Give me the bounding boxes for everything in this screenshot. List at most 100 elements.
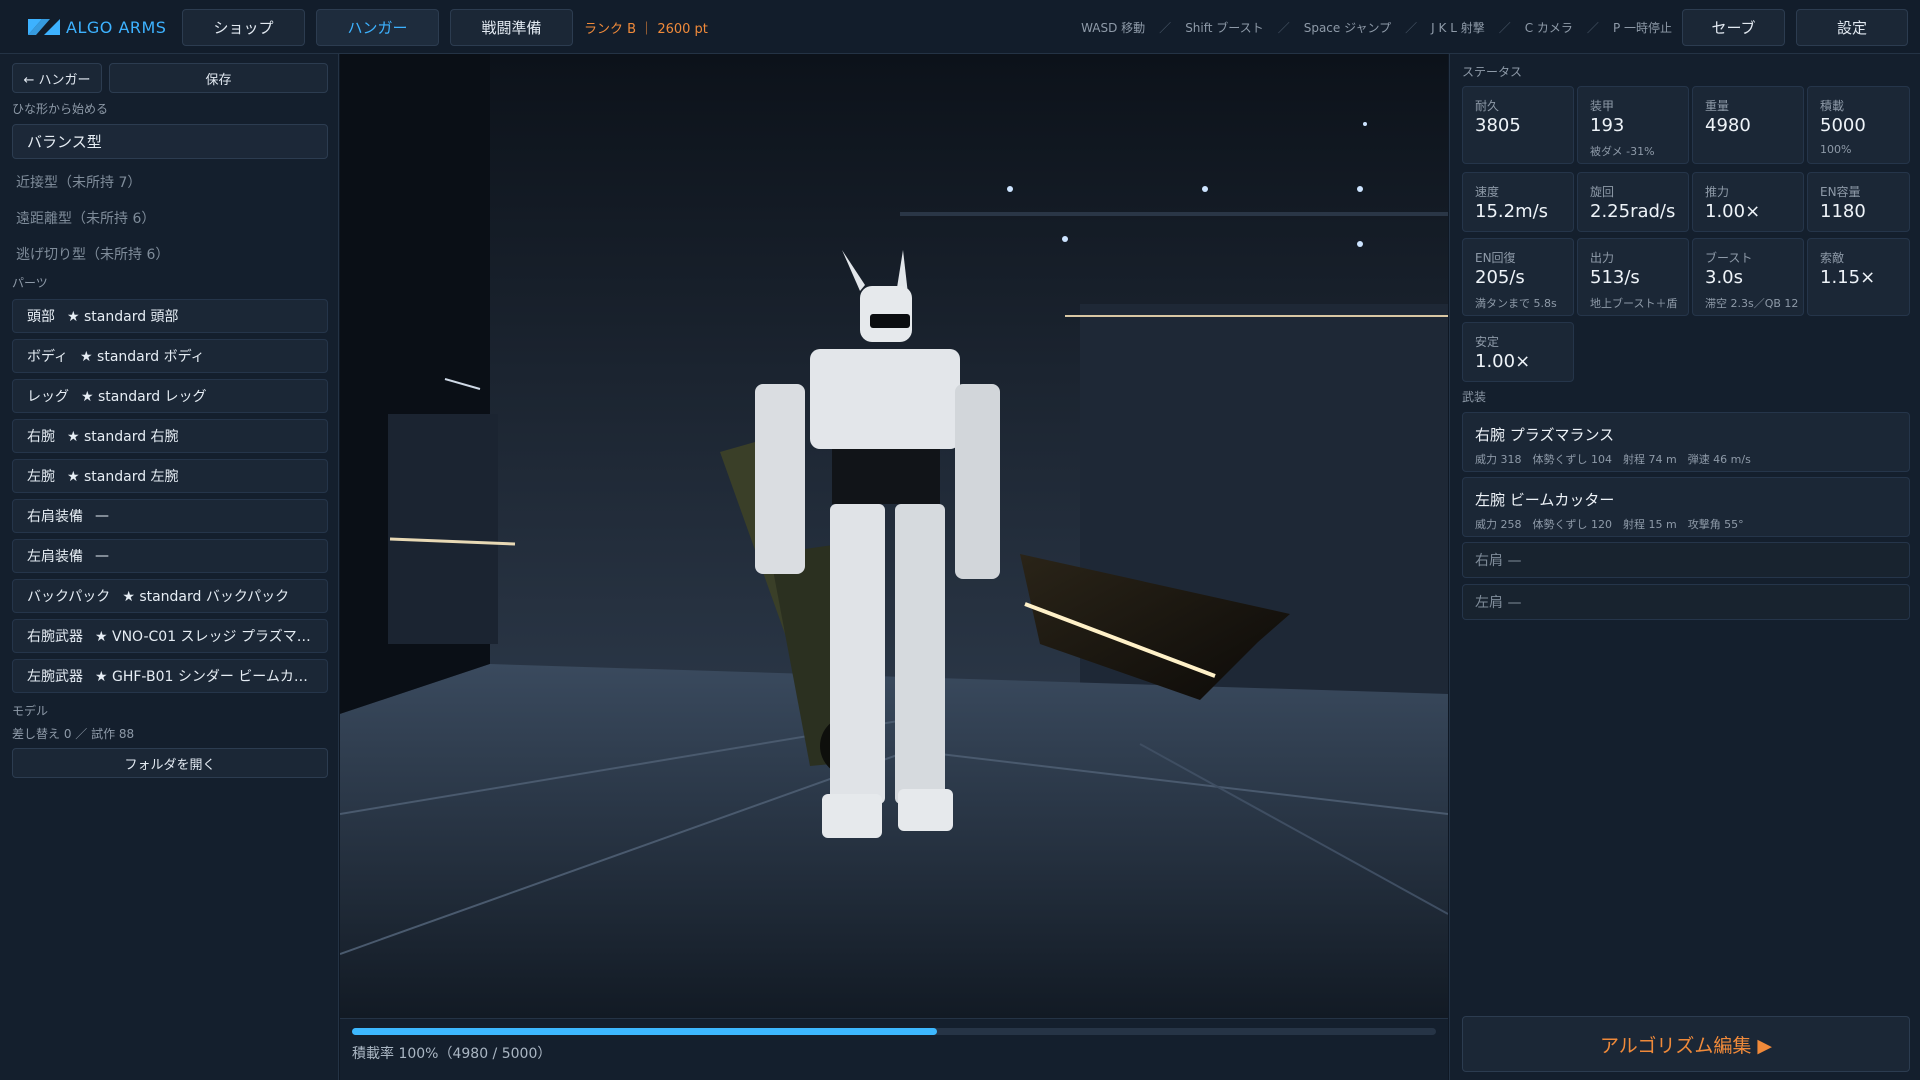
top-bar: ALGO ARMS ショップ ハンガー 戦闘準備 ランク B ｜ 2600 pt… — [0, 0, 1920, 54]
logo-icon — [28, 19, 60, 35]
stat-label: ブースト — [1705, 251, 1753, 265]
nav-hangar-button[interactable]: ハンガー — [316, 9, 439, 46]
robot-right-leg — [895, 504, 945, 804]
weapons-heading: 武装 — [1462, 390, 1487, 404]
stat-card-thrust: 推力 1.00× — [1692, 172, 1804, 232]
part-value: — — [95, 508, 109, 524]
model-info: 差し替え 0 ／ 試作 88 — [12, 727, 135, 741]
part-row-backpack[interactable]: バックパック ★ standard バックパック — [12, 579, 328, 613]
status-heading: ステータス — [1462, 65, 1523, 79]
nav-battle-prep-button[interactable]: 戦闘準備 — [450, 9, 573, 46]
hint-shoot: J K L 射撃 — [1431, 21, 1485, 35]
robot-left-arm — [755, 384, 805, 574]
weapon-card-right[interactable]: 右腕 プラズマランス 威力 318 体勢くずし 104 射程 74 m 弾速 4… — [1462, 412, 1910, 472]
stat-card-boost: ブースト 3.0s 滞空 2.3s／QB 12 — [1692, 238, 1804, 316]
ceiling-light — [1363, 122, 1367, 126]
stat-value: 1.00× — [1705, 201, 1761, 222]
robot-left-leg — [830, 504, 885, 804]
app-logo[interactable]: ALGO ARMS — [28, 15, 166, 39]
part-row-left-arm[interactable]: 左腕 ★ standard 左腕 — [12, 459, 328, 493]
stat-label: 装甲 — [1590, 99, 1615, 113]
stat-value: 1.00× — [1475, 351, 1531, 372]
part-slot-name: ボディ — [27, 349, 69, 365]
back-to-hangar-button[interactable]: ← ハンガー — [12, 63, 102, 93]
part-row-left-weapon[interactable]: 左腕武器 ★ GHF-B01 シンダー ビームカッター — [12, 659, 328, 693]
part-row-right-weapon[interactable]: 右腕武器 ★ VNO-C01 スレッジ プラズマランス — [12, 619, 328, 653]
open-folder-button[interactable]: フォルダを開く — [12, 748, 328, 778]
part-row-left-shoulder[interactable]: 左肩装備 — — [12, 539, 328, 573]
stat-card-turn: 旋回 2.25rad/s — [1577, 172, 1689, 232]
left-shutter — [388, 414, 498, 644]
stat-value: 205/s — [1475, 267, 1525, 288]
load-progress-fill — [352, 1028, 938, 1035]
part-row-right-shoulder[interactable]: 右肩装備 — — [12, 499, 328, 533]
stat-label: 索敵 — [1820, 251, 1845, 265]
back-label: ← ハンガー — [23, 72, 91, 88]
part-slot-name: 左腕武器 — [27, 669, 83, 685]
hangar-floor — [340, 664, 1448, 1018]
algorithm-edit-label: アルゴリズム編集 ▶ — [1599, 1034, 1773, 1057]
hint-boost: Shift ブースト — [1185, 21, 1264, 35]
weapon-name: 右腕 プラズマランス — [1475, 426, 1615, 444]
stat-card-capacity: 積載 5000 100% — [1807, 86, 1910, 164]
part-value: ★ standard 左腕 — [67, 469, 179, 485]
weapon-name: 左腕 ビームカッター — [1475, 491, 1615, 509]
slot-left-shoulder[interactable]: 左肩 — — [1462, 584, 1910, 620]
template-option-melee[interactable]: 近接型（未所持 7） — [16, 172, 141, 192]
stat-sub: 地上ブースト＋盾 — [1590, 297, 1678, 310]
stat-label: 積載 — [1820, 99, 1845, 113]
slot-right-shoulder[interactable]: 右肩 — — [1462, 542, 1910, 578]
part-row-legs[interactable]: レッグ ★ standard レッグ — [12, 379, 328, 413]
template-option-evasive[interactable]: 逃げ切り型（未所持 6） — [16, 244, 169, 264]
stat-sub: 滞空 2.3s／QB 12 — [1705, 297, 1799, 310]
rank-display: ランク B ｜ 2600 pt — [584, 22, 708, 37]
hint-camera: C カメラ — [1524, 21, 1573, 35]
part-row-right-arm[interactable]: 右腕 ★ standard 右腕 — [12, 419, 328, 453]
hint-separator: ／ — [1498, 21, 1511, 35]
save-build-button[interactable]: 保存 — [109, 63, 328, 93]
template-selected[interactable]: バランス型 — [12, 124, 328, 159]
part-value: ★ standard ボディ — [80, 349, 205, 365]
ceiling-light — [1357, 241, 1363, 247]
part-slot-name: 右腕武器 — [27, 629, 83, 645]
stat-value: 513/s — [1590, 267, 1640, 288]
part-value: ★ standard 右腕 — [67, 429, 179, 445]
part-row-body[interactable]: ボディ ★ standard ボディ — [12, 339, 328, 373]
ceiling-light — [1007, 186, 1013, 192]
stat-value: 3.0s — [1705, 267, 1744, 288]
model-heading: モデル — [12, 704, 49, 718]
hint-move: WASD 移動 — [1081, 21, 1146, 35]
robot-right-foot — [898, 789, 953, 831]
part-value: ★ GHF-B01 シンダー ビームカッター — [95, 669, 327, 685]
stat-label: 耐久 — [1475, 99, 1500, 113]
algorithm-edit-button[interactable]: アルゴリズム編集 ▶ — [1462, 1016, 1910, 1072]
part-row-head[interactable]: 頭部 ★ standard 頭部 — [12, 299, 328, 333]
part-slot-name: 右腕 — [27, 429, 55, 445]
stat-sub: 満タンまで 5.8s — [1475, 297, 1557, 310]
nav-shop-button[interactable]: ショップ — [182, 9, 305, 46]
part-value: ★ standard バックパック — [122, 589, 290, 605]
robot-right-arm — [955, 384, 1000, 579]
save-game-button[interactable]: セーブ — [1682, 9, 1785, 46]
settings-button[interactable]: 設定 — [1796, 9, 1908, 46]
part-slot-name: 左腕 — [27, 469, 55, 485]
part-slot-name: バックパック — [27, 589, 111, 605]
stat-label: 重量 — [1705, 99, 1730, 113]
load-bar: 積載率 100%（4980 / 5000） — [340, 1018, 1448, 1080]
template-option-ranged[interactable]: 遠距離型（未所持 6） — [16, 208, 155, 228]
stat-value: 193 — [1590, 115, 1625, 136]
hint-separator: ／ — [1159, 21, 1172, 35]
parts-heading: パーツ — [12, 276, 48, 290]
hangar-viewport[interactable] — [340, 54, 1448, 1018]
template-heading: ひな形から始める — [12, 102, 109, 116]
stat-label: EN容量 — [1820, 185, 1861, 199]
nav-battle-prep-label: 戦闘準備 — [481, 19, 542, 37]
stat-label: 安定 — [1475, 335, 1500, 349]
robot-left-foot — [822, 794, 882, 838]
stat-card-en-recovery: EN回復 205/s 満タンまで 5.8s — [1462, 238, 1574, 316]
stat-label: EN回復 — [1475, 251, 1516, 265]
hint-separator: ／ — [1277, 21, 1290, 35]
load-label: 積載率 100%（4980 / 5000） — [352, 1046, 552, 1062]
robot-visor — [870, 314, 910, 328]
weapon-card-left[interactable]: 左腕 ビームカッター 威力 258 体勢くずし 120 射程 15 m 攻撃角 … — [1462, 477, 1910, 537]
